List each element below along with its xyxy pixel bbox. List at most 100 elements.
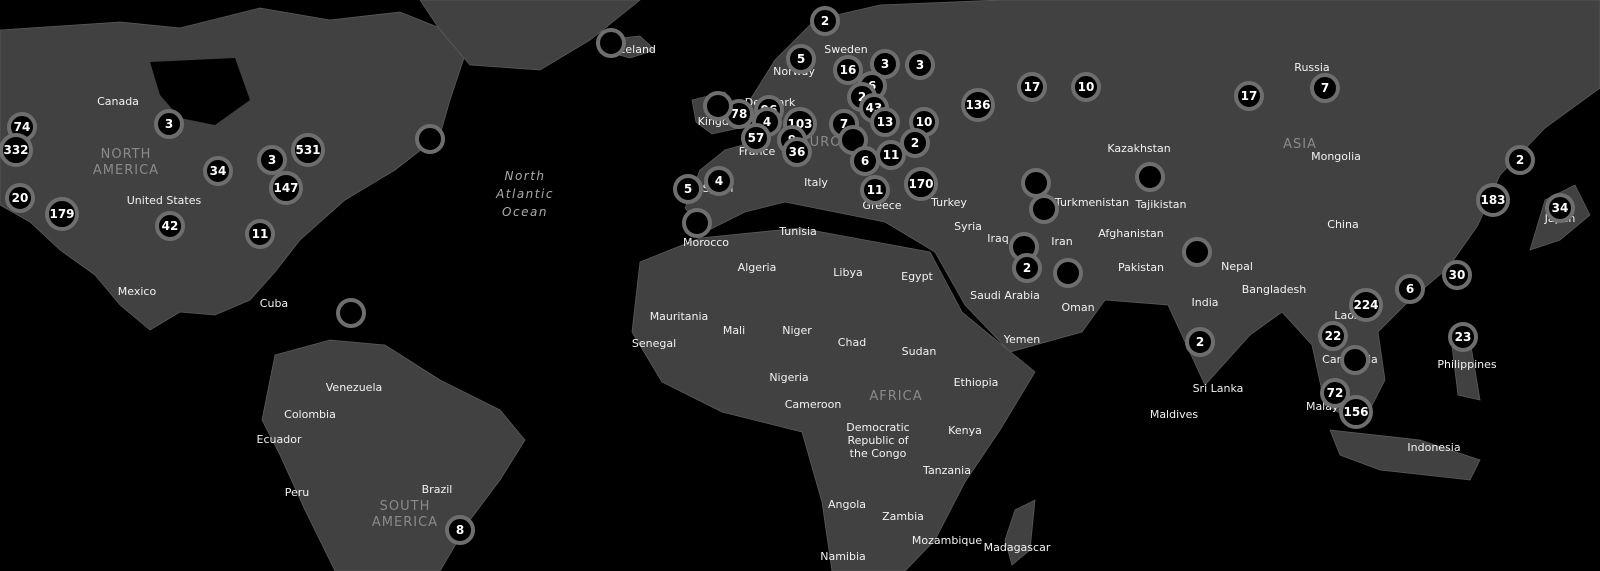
cluster-circle[interactable] [1310, 73, 1340, 103]
cluster-marker[interactable]: 3 [905, 50, 935, 80]
cluster-circle[interactable] [257, 145, 287, 175]
cluster-circle[interactable] [900, 128, 930, 158]
cluster-marker[interactable] [1182, 237, 1212, 267]
cluster-circle[interactable] [786, 44, 816, 74]
cluster-marker[interactable]: 531 [291, 133, 325, 167]
cluster-circle[interactable] [904, 167, 938, 201]
cluster-marker[interactable]: 11 [860, 175, 890, 205]
cluster-circle[interactable] [876, 140, 906, 170]
cluster-marker[interactable]: 3 [257, 145, 287, 175]
cluster-marker[interactable] [1029, 194, 1059, 224]
cluster-marker[interactable] [336, 298, 366, 328]
cluster-circle[interactable] [1234, 81, 1264, 111]
cluster-marker[interactable]: 2 [1505, 145, 1535, 175]
cluster-marker[interactable] [1021, 168, 1051, 198]
cluster-marker[interactable] [703, 91, 733, 121]
cluster-circle[interactable] [961, 88, 995, 122]
cluster-circle[interactable] [703, 91, 733, 121]
cluster-circle[interactable] [1017, 72, 1047, 102]
cluster-marker[interactable]: 179 [45, 197, 79, 231]
cluster-circle[interactable] [45, 197, 79, 231]
cluster-circle[interactable] [1339, 395, 1373, 429]
world-map[interactable]: NORTH AMERICA SOUTH AMERICA EUROPE AFRICA ASIA… [0, 0, 1600, 571]
cluster-circle[interactable] [1135, 162, 1165, 192]
cluster-marker[interactable]: 34 [203, 156, 233, 186]
cluster-marker[interactable]: 20 [5, 183, 35, 213]
cluster-circle[interactable] [833, 55, 863, 85]
cluster-circle[interactable] [0, 133, 33, 167]
cluster-marker[interactable]: 2 [1185, 327, 1215, 357]
cluster-marker[interactable]: 2 [900, 128, 930, 158]
cluster-marker[interactable]: 13 [870, 107, 900, 137]
cluster-circle[interactable] [596, 28, 626, 58]
cluster-marker[interactable]: 16 [833, 55, 863, 85]
cluster-circle[interactable] [445, 515, 475, 545]
cluster-marker[interactable]: 10 [1071, 72, 1101, 102]
cluster-marker[interactable]: 22 [1318, 321, 1348, 351]
cluster-circle[interactable] [1505, 145, 1535, 175]
cluster-marker[interactable] [1135, 162, 1165, 192]
cluster-marker[interactable]: 7 [1310, 73, 1340, 103]
cluster-marker[interactable] [596, 28, 626, 58]
cluster-marker[interactable]: 3 [154, 109, 184, 139]
cluster-circle[interactable] [704, 166, 734, 196]
cluster-marker[interactable]: 6 [850, 146, 880, 176]
cluster-circle[interactable] [1021, 168, 1051, 198]
cluster-circle[interactable] [1442, 260, 1472, 290]
cluster-marker[interactable]: 6 [1395, 274, 1425, 304]
cluster-circle[interactable] [1349, 288, 1383, 322]
cluster-circle[interactable] [1318, 321, 1348, 351]
cluster-circle[interactable] [1340, 345, 1370, 375]
cluster-circle[interactable] [5, 183, 35, 213]
cluster-circle[interactable] [291, 133, 325, 167]
map-canvas[interactable]: NORTHAMERICASOUTHAMERICAEUROPEAFRICAASIA… [0, 0, 1600, 571]
cluster-marker[interactable]: 5 [786, 44, 816, 74]
cluster-circle[interactable] [860, 175, 890, 205]
cluster-circle[interactable] [336, 298, 366, 328]
cluster-circle[interactable] [1182, 237, 1212, 267]
cluster-circle[interactable] [850, 146, 880, 176]
cluster-circle[interactable] [1053, 258, 1083, 288]
cluster-circle[interactable] [1029, 194, 1059, 224]
cluster-marker[interactable]: 156 [1339, 395, 1373, 429]
cluster-circle[interactable] [155, 211, 185, 241]
cluster-marker[interactable]: 8 [445, 515, 475, 545]
cluster-marker[interactable] [1340, 345, 1370, 375]
cluster-marker[interactable]: 2 [810, 6, 840, 36]
cluster-circle[interactable] [1395, 274, 1425, 304]
cluster-marker[interactable] [1053, 258, 1083, 288]
cluster-marker[interactable]: 34 [1545, 193, 1575, 223]
cluster-circle[interactable] [269, 171, 303, 205]
cluster-circle[interactable] [1012, 253, 1042, 283]
cluster-marker[interactable]: 17 [1017, 72, 1047, 102]
cluster-circle[interactable] [741, 123, 771, 153]
cluster-marker[interactable]: 17 [1234, 81, 1264, 111]
cluster-marker[interactable]: 332 [0, 133, 33, 167]
cluster-circle[interactable] [1476, 183, 1510, 217]
cluster-circle[interactable] [1545, 193, 1575, 223]
cluster-marker[interactable]: 30 [1442, 260, 1472, 290]
cluster-marker[interactable]: 136 [961, 88, 995, 122]
cluster-marker[interactable]: 11 [876, 140, 906, 170]
cluster-marker[interactable]: 183 [1476, 183, 1510, 217]
cluster-marker[interactable]: 170 [904, 167, 938, 201]
cluster-marker[interactable]: 23 [1448, 322, 1478, 352]
cluster-circle[interactable] [810, 6, 840, 36]
cluster-circle[interactable] [682, 208, 712, 238]
cluster-marker[interactable]: 5 [673, 174, 703, 204]
cluster-marker[interactable] [415, 124, 445, 154]
cluster-circle[interactable] [782, 137, 812, 167]
cluster-marker[interactable] [682, 208, 712, 238]
cluster-circle[interactable] [1448, 322, 1478, 352]
cluster-marker[interactable]: 57 [741, 123, 771, 153]
cluster-marker[interactable]: 224 [1349, 288, 1383, 322]
cluster-circle[interactable] [154, 109, 184, 139]
cluster-marker[interactable]: 11 [245, 219, 275, 249]
cluster-marker[interactable]: 36 [782, 137, 812, 167]
cluster-circle[interactable] [415, 124, 445, 154]
cluster-circle[interactable] [1071, 72, 1101, 102]
cluster-circle[interactable] [245, 219, 275, 249]
cluster-circle[interactable] [905, 50, 935, 80]
cluster-circle[interactable] [1185, 327, 1215, 357]
cluster-marker[interactable]: 2 [1012, 253, 1042, 283]
